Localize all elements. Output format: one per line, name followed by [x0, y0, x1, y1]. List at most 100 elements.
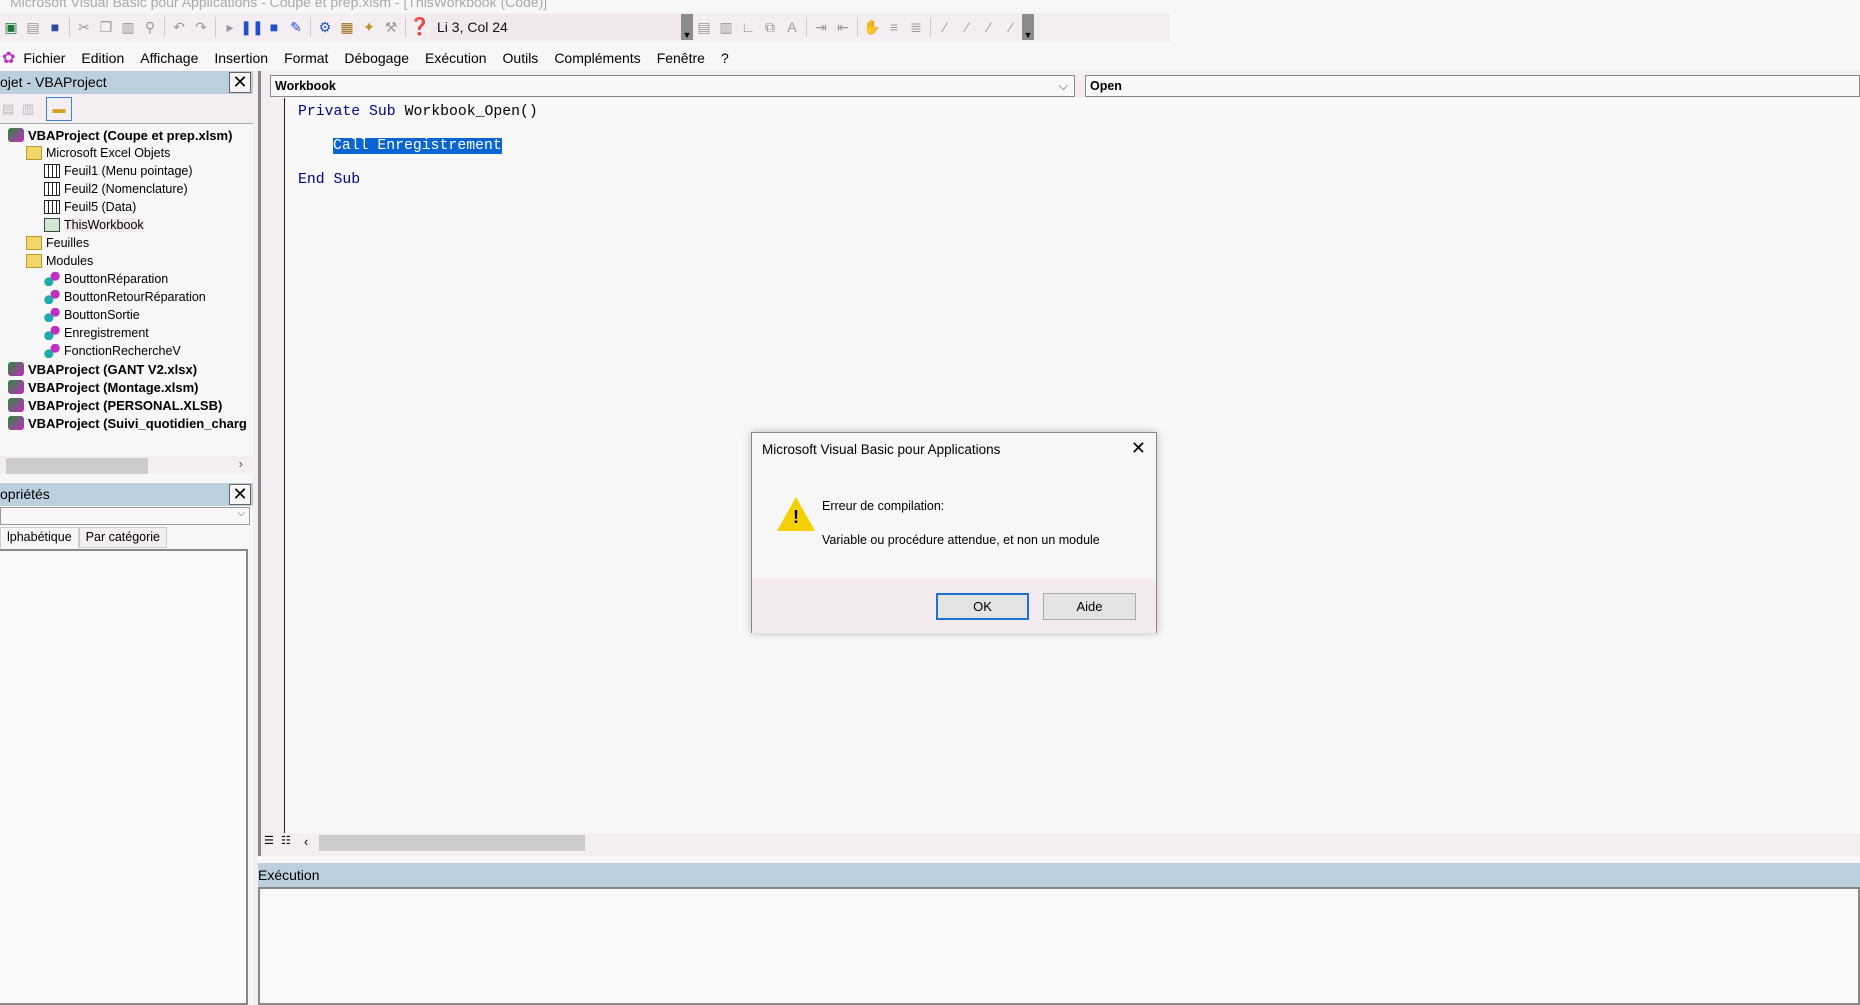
tree-item[interactable]: Microsoft Excel Objets	[0, 144, 253, 162]
undo-icon[interactable]: ↶	[168, 16, 190, 38]
run-icon[interactable]: ▸	[219, 16, 241, 38]
tree-item[interactable]: Enregistrement	[0, 324, 253, 342]
view-code-icon[interactable]: ▤	[2, 101, 14, 117]
code-margin[interactable]	[261, 98, 285, 833]
scroll-right-icon[interactable]: ›	[239, 456, 243, 471]
redo-icon[interactable]: ↷	[190, 16, 212, 38]
properties-icon[interactable]: ▦	[336, 16, 358, 38]
toggle-bookmark-icon[interactable]: ⁄	[934, 16, 956, 38]
help-icon[interactable]: ❓	[409, 16, 431, 38]
menu-help[interactable]: ?	[721, 50, 729, 66]
tree-item[interactable]: Feuilles	[0, 234, 253, 252]
tree-item[interactable]: Feuil2 (Nomenclature)	[0, 180, 253, 198]
copy-icon[interactable]: ❐	[95, 16, 117, 38]
procedure-dropdown[interactable]: Open	[1085, 75, 1860, 97]
tree-item-label: VBAProject (Montage.xlsm)	[28, 379, 199, 395]
cut-icon[interactable]: ✂	[73, 16, 95, 38]
module-icon	[44, 290, 60, 304]
tree-item[interactable]: VBAProject (PERSONAL.XLSB)	[0, 396, 253, 414]
next-bookmark-icon[interactable]: ⁄	[956, 16, 978, 38]
menu-complements[interactable]: Compléments	[554, 50, 640, 66]
save-icon[interactable]: ■	[44, 16, 66, 38]
scroll-thumb[interactable]	[319, 835, 585, 851]
object-browser-icon[interactable]: ✦	[358, 16, 380, 38]
workbook-icon	[44, 218, 60, 232]
insert-userform-icon[interactable]: ▤	[22, 16, 44, 38]
ok-button[interactable]: OK	[936, 593, 1029, 620]
tree-item[interactable]: BouttonSortie	[0, 306, 253, 324]
toolbox-icon[interactable]: ⚒	[380, 16, 402, 38]
menu-outils[interactable]: Outils	[503, 50, 539, 66]
close-project-explorer-button[interactable]: ✕	[229, 72, 251, 93]
paste-icon[interactable]: ▥	[117, 16, 139, 38]
menu-fenetre[interactable]: Fenêtre	[657, 50, 705, 66]
tab-alphabetique[interactable]: lphabétique	[0, 527, 79, 548]
menu-execution[interactable]: Exécution	[425, 50, 486, 66]
toolbar-options-icon[interactable]: ▼	[1022, 14, 1034, 40]
constants-list-icon[interactable]: ▥	[715, 16, 737, 38]
excel-icon[interactable]: ▣	[0, 16, 22, 38]
project-tree: VBAProject (Coupe et prep.xlsm) Microsoft…	[0, 126, 253, 456]
project-explorer-icon[interactable]: ⚙	[314, 16, 336, 38]
uncomment-block-icon[interactable]: ≣	[905, 16, 927, 38]
previous-bookmark-icon[interactable]: ⁄	[978, 16, 1000, 38]
tree-item-label: Enregistrement	[64, 326, 149, 340]
error-heading: Erreur de compilation:	[822, 499, 945, 513]
menu-affichage[interactable]: Affichage	[140, 50, 198, 66]
design-mode-icon[interactable]: ✎	[285, 16, 307, 38]
vbaproject-icon	[8, 398, 24, 412]
properties-object-dropdown[interactable]: ⌵	[0, 507, 250, 525]
scroll-thumb[interactable]	[6, 458, 148, 474]
properties-tabs: lphabétique Par catégorie	[0, 527, 168, 548]
object-dropdown[interactable]: Workbook ⌵	[270, 75, 1075, 97]
toggle-folders-icon[interactable]: ▬	[46, 97, 72, 121]
code-text: Workbook_Open()	[395, 104, 538, 120]
tree-item[interactable]: Feuil5 (Data)	[0, 198, 253, 216]
indent-icon[interactable]: ⇥	[810, 16, 832, 38]
dialog-footer: OK Aide	[752, 578, 1156, 633]
stop-icon[interactable]: ■	[263, 16, 285, 38]
properties-list-icon[interactable]: ▤	[693, 16, 715, 38]
tree-item[interactable]: FonctionRechercheV	[0, 342, 253, 360]
tree-item[interactable]: VBAProject (GANT V2.xlsx)	[0, 360, 253, 378]
menu-format[interactable]: Format	[284, 50, 328, 66]
quick-info-icon[interactable]: ∟	[737, 16, 759, 38]
tree-item[interactable]: BouttonRetourRéparation	[0, 288, 253, 306]
tree-item-label: BouttonRetourRéparation	[64, 290, 206, 304]
parameter-info-icon[interactable]: ⧉	[759, 16, 781, 38]
tree-item[interactable]: VBAProject (Coupe et prep.xlsm)	[0, 126, 253, 144]
tree-item-label: FonctionRechercheV	[64, 344, 181, 358]
find-icon[interactable]: ⚲	[139, 16, 161, 38]
complete-word-icon[interactable]: A	[781, 16, 803, 38]
tree-item-label: ThisWorkbook	[64, 218, 144, 232]
pause-icon[interactable]: ❚❚	[240, 16, 263, 38]
menu-edition[interactable]: Edition	[81, 50, 124, 66]
immediate-window[interactable]	[258, 887, 1860, 1005]
menu-fichier[interactable]: Fichier	[23, 50, 65, 66]
tree-item[interactable]: ThisWorkbook	[0, 216, 253, 234]
outdent-icon[interactable]: ⇤	[832, 16, 854, 38]
tab-par-categorie[interactable]: Par catégorie	[78, 527, 168, 548]
full-module-view-icon[interactable]: ☷	[281, 834, 291, 847]
menu-debogage[interactable]: Débogage	[344, 50, 409, 66]
close-properties-button[interactable]: ✕	[229, 484, 251, 505]
comment-block-icon[interactable]: ≡	[883, 16, 905, 38]
tree-item[interactable]: VBAProject (Montage.xlsm)	[0, 378, 253, 396]
tree-item[interactable]: Modules	[0, 252, 253, 270]
tree-item-label: VBAProject (Coupe et prep.xlsm)	[28, 127, 233, 143]
view-object-icon[interactable]: ▥	[22, 101, 34, 117]
tree-item[interactable]: VBAProject (Suivi_quotidien_charg	[0, 414, 253, 432]
toolbar-options-icon[interactable]: ▼	[681, 14, 693, 40]
clear-bookmarks-icon[interactable]: ⁄	[1000, 16, 1022, 38]
project-horizontal-scrollbar[interactable]: ›	[0, 456, 253, 474]
scroll-left-icon[interactable]: ‹	[304, 834, 308, 849]
code-horizontal-scrollbar[interactable]: ☰ ☷ ‹	[261, 834, 1860, 852]
procedure-view-icon[interactable]: ☰	[264, 834, 274, 847]
close-icon[interactable]: ✕	[1131, 438, 1146, 459]
tree-item[interactable]: BouttonRéparation	[0, 270, 253, 288]
breakpoint-icon[interactable]: ✋	[861, 16, 883, 38]
help-button[interactable]: Aide	[1043, 593, 1136, 620]
menu-insertion[interactable]: Insertion	[214, 50, 268, 66]
warning-icon: !	[777, 497, 815, 531]
tree-item[interactable]: Feuil1 (Menu pointage)	[0, 162, 253, 180]
